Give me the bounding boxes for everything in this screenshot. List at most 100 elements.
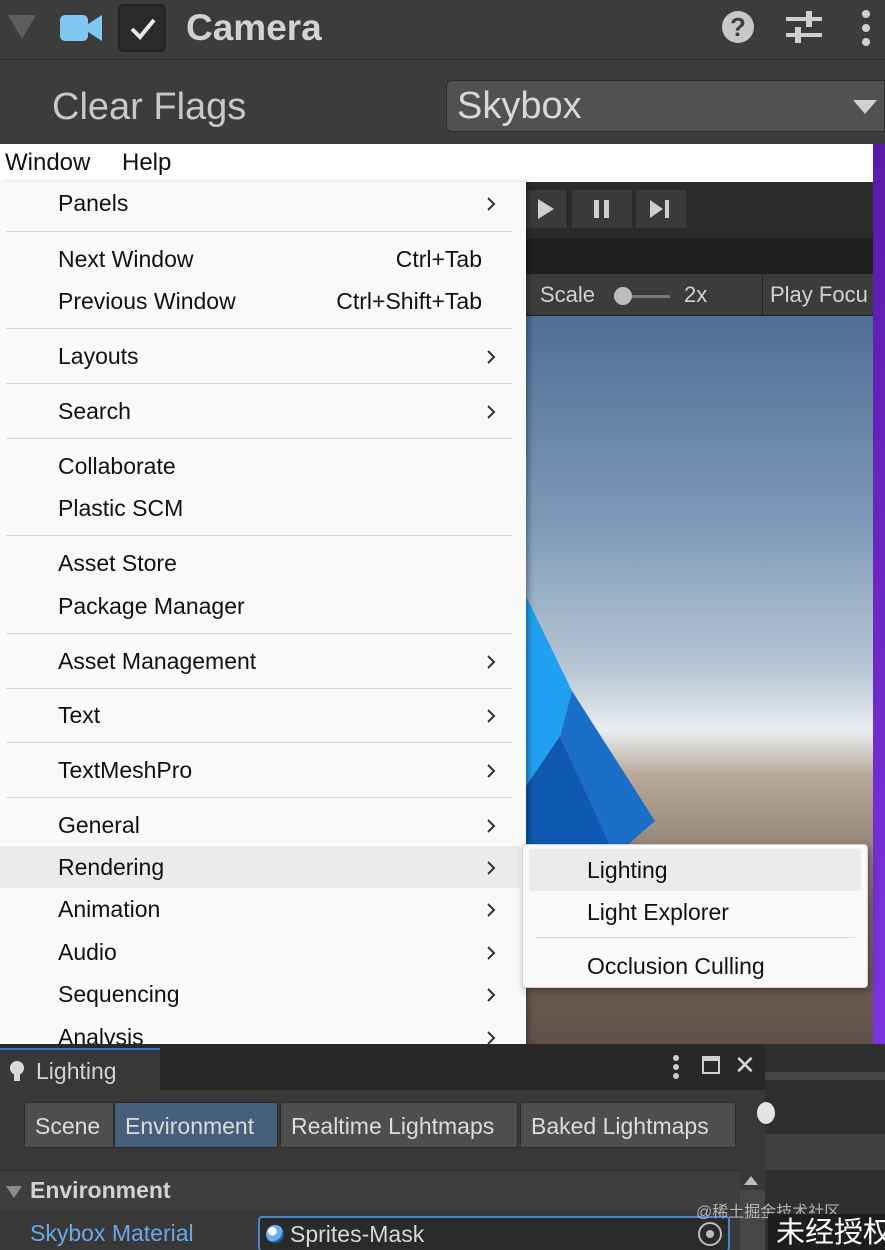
chevron-right-icon	[487, 946, 496, 960]
clear-flags-dropdown[interactable]: Skybox	[446, 80, 885, 132]
chevron-right-icon	[487, 709, 496, 723]
menu-item-asset-management[interactable]: Asset Management	[0, 640, 520, 682]
clear-flags-value: Skybox	[457, 85, 582, 127]
chevron-right-icon	[487, 350, 496, 364]
menu-item-label: TextMeshPro	[58, 757, 193, 783]
menu-item-collaborate[interactable]: Collaborate	[0, 445, 520, 487]
menu-item-label: Animation	[58, 896, 161, 922]
maximize-icon[interactable]	[702, 1056, 720, 1074]
menu-separator	[6, 633, 512, 634]
menu-item-label: Package Manager	[58, 593, 245, 619]
authorization-watermark-text: 未经授权	[776, 1217, 885, 1249]
window-edge-decoration	[873, 144, 885, 1044]
menu-item-label: Audio	[58, 939, 117, 965]
scale-slider-handle[interactable]	[614, 287, 632, 305]
chevron-right-icon	[487, 1031, 496, 1044]
chevron-right-icon	[487, 819, 496, 833]
tab-label: Baked Lightmaps	[531, 1113, 709, 1139]
menu-item-previous-window[interactable]: Previous Window Ctrl+Shift+Tab	[0, 280, 520, 322]
tab-scene[interactable]: Scene	[24, 1102, 114, 1148]
menu-separator	[6, 438, 512, 439]
help-icon[interactable]: ?	[722, 11, 754, 43]
tab-label: Scene	[35, 1113, 101, 1139]
menu-window[interactable]: Window	[5, 148, 90, 178]
menu-item-layouts[interactable]: Layouts	[0, 335, 520, 377]
menu-item-animation[interactable]: Animation	[0, 888, 520, 930]
menu-item-asset-store[interactable]: Asset Store	[0, 542, 520, 584]
menu-item-label: Search	[58, 398, 131, 424]
submenu-item-lighting[interactable]: Lighting	[529, 849, 861, 891]
play-focus-dropdown[interactable]: Play Focu	[770, 282, 868, 308]
toggle-knob[interactable]	[757, 1102, 775, 1124]
camera-component-header: Camera ?	[0, 0, 885, 60]
window-menu: Panels Next Window Ctrl+Tab Previous Win…	[0, 182, 526, 1044]
menu-separator	[6, 383, 512, 384]
menu-item-textmeshpro[interactable]: TextMeshPro	[0, 749, 520, 791]
menu-item-label: Next Window	[58, 246, 194, 272]
menu-item-label: Asset Store	[58, 550, 177, 576]
foldout-arrow-icon[interactable]	[8, 15, 36, 39]
menu-item-search[interactable]: Search	[0, 390, 520, 432]
scale-slider-track[interactable]	[632, 295, 670, 298]
menu-separator	[535, 937, 855, 938]
menu-item-sequencing[interactable]: Sequencing	[0, 973, 520, 1015]
authorization-watermark: 未经授权	[768, 1214, 885, 1250]
pause-icon	[594, 200, 609, 218]
close-icon[interactable]: ✕	[734, 1052, 756, 1078]
menu-item-audio[interactable]: Audio	[0, 931, 520, 973]
component-title: Camera	[186, 7, 322, 48]
menu-item-panels[interactable]: Panels	[0, 182, 520, 224]
presets-icon[interactable]	[786, 10, 822, 44]
scroll-up-arrow-icon[interactable]	[744, 1176, 758, 1185]
menu-item-label: Layouts	[58, 343, 139, 369]
tab-environment[interactable]: Environment	[114, 1102, 278, 1148]
tab-realtime-lightmaps[interactable]: Realtime Lightmaps	[280, 1102, 518, 1148]
play-icon	[538, 199, 554, 219]
step-button[interactable]	[636, 190, 686, 228]
window-kebab-menu-icon[interactable]	[672, 1054, 680, 1080]
menu-item-label: Analysis	[58, 1024, 144, 1044]
submenu-item-occlusion-culling[interactable]: Occlusion Culling	[529, 945, 861, 987]
object-picker-icon[interactable]	[698, 1222, 722, 1246]
skybox-material-field[interactable]: Sprites-Mask	[258, 1216, 730, 1250]
menu-item-shortcut: Ctrl+Tab	[395, 246, 482, 272]
menu-item-label: General	[58, 812, 140, 838]
toolbar-divider	[762, 274, 763, 316]
menu-item-label: Asset Management	[58, 648, 257, 674]
menu-separator	[6, 688, 512, 689]
menu-item-package-manager[interactable]: Package Manager	[0, 585, 520, 627]
menu-item-shortcut: Ctrl+Shift+Tab	[336, 288, 482, 314]
menu-item-next-window[interactable]: Next Window Ctrl+Tab	[0, 238, 520, 280]
component-enabled-checkbox[interactable]	[118, 4, 166, 52]
panel-divider	[765, 1134, 885, 1170]
kebab-menu-icon[interactable]	[860, 9, 872, 47]
scale-value: 2x	[684, 282, 708, 307]
menu-item-rendering[interactable]: Rendering	[0, 846, 520, 888]
chevron-right-icon	[487, 764, 496, 778]
play-toolbar	[520, 182, 873, 238]
tab-baked-lightmaps[interactable]: Baked Lightmaps	[520, 1102, 736, 1148]
game-view-options-bar: Scale 2x Play Focu	[520, 274, 873, 316]
menu-item-plastic-scm[interactable]: Plastic SCM	[0, 487, 520, 529]
menu-separator	[6, 742, 512, 743]
menu-item-label: Plastic SCM	[58, 495, 184, 521]
panel-divider	[765, 1072, 885, 1080]
menu-item-analysis[interactable]: Analysis	[0, 1016, 520, 1044]
chevron-right-icon	[487, 903, 496, 917]
foldout-arrow-icon	[6, 1186, 22, 1198]
play-button[interactable]	[526, 190, 568, 228]
pause-button[interactable]	[572, 190, 632, 228]
menu-help[interactable]: Help	[122, 148, 171, 178]
environment-section-header[interactable]: Environment	[0, 1170, 740, 1210]
chevron-down-icon	[853, 100, 877, 114]
chevron-right-icon	[487, 405, 496, 419]
menu-separator	[6, 231, 512, 232]
menu-item-general[interactable]: General	[0, 804, 520, 846]
lighting-window: Lighting ✕ Scene Environment Realtime Li…	[0, 1044, 765, 1250]
checkmark-icon	[130, 18, 156, 40]
clear-flags-row: Clear Flags Skybox	[0, 60, 885, 144]
menu-item-text[interactable]: Text	[0, 694, 520, 736]
skybox-material-value: Sprites-Mask	[290, 1221, 425, 1247]
lighting-window-tab[interactable]: Lighting	[0, 1048, 160, 1090]
submenu-item-light-explorer[interactable]: Light Explorer	[529, 891, 861, 933]
